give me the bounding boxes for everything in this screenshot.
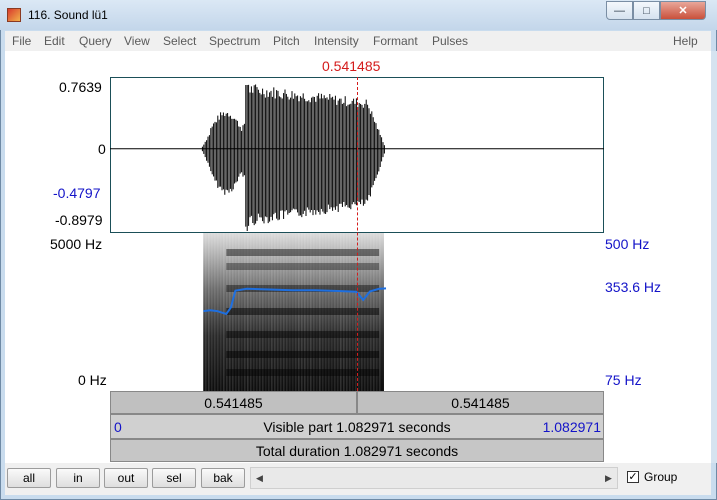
wave-y-min-label: -0.8979 xyxy=(55,212,103,228)
selection-right-cell[interactable]: 0.541485 xyxy=(357,391,604,414)
menu-bar: File Edit Query View Select Spectrum Pit… xyxy=(5,31,711,51)
wave-y-max-label: 0.7639 xyxy=(59,79,102,95)
spectrogram-striation xyxy=(208,233,210,391)
visible-part-label: Visible part 1.082971 seconds xyxy=(263,419,451,435)
maximize-button[interactable]: □ xyxy=(633,1,660,20)
zoom-all-button[interactable]: all xyxy=(7,468,51,488)
scroll-right-arrow-icon[interactable]: ▶ xyxy=(600,468,617,488)
cursor-time-label: 0.541485 xyxy=(322,58,381,74)
window-border-right xyxy=(711,51,717,463)
spectrogram-striation xyxy=(379,233,381,391)
menu-query[interactable]: Query xyxy=(79,34,112,48)
total-duration-row[interactable]: Total duration 1.082971 seconds xyxy=(110,439,604,462)
menu-formant[interactable]: Formant xyxy=(373,34,418,48)
menu-view[interactable]: View xyxy=(124,34,150,48)
zoom-in-button[interactable]: in xyxy=(56,468,100,488)
total-duration-label: Total duration 1.082971 seconds xyxy=(255,443,459,459)
menu-file[interactable]: File xyxy=(12,34,31,48)
zoom-selection-button[interactable]: sel xyxy=(152,468,196,488)
title-bar[interactable]: 116. Sound lü1 — □ ✕ xyxy=(0,0,717,30)
selection-right-time: 0.541485 xyxy=(451,395,510,411)
spectrogram-striation xyxy=(214,233,216,391)
spectrogram-striation xyxy=(211,233,213,391)
menu-help[interactable]: Help xyxy=(673,34,698,48)
spectrogram-striation xyxy=(205,233,207,391)
group-label: Group xyxy=(644,470,678,484)
menu-pitch[interactable]: Pitch xyxy=(273,34,300,48)
spec-freq-top-label: 5000 Hz xyxy=(50,236,103,252)
wave-y-zero-label: 0 xyxy=(98,141,106,157)
pitch-bottom-label: 75 Hz xyxy=(605,372,642,388)
group-checkbox[interactable]: ✓ xyxy=(627,471,639,483)
time-scrollbar[interactable]: ◀ ▶ xyxy=(250,467,618,489)
minimize-button[interactable]: — xyxy=(606,1,633,20)
menu-spectrum[interactable]: Spectrum xyxy=(209,34,260,48)
visible-part-row[interactable]: 0 Visible part 1.082971 seconds 1.082971 xyxy=(110,414,604,439)
menu-pulses[interactable]: Pulses xyxy=(432,34,468,48)
spec-freq-bottom-label: 0 Hz xyxy=(78,372,107,388)
menu-intensity[interactable]: Intensity xyxy=(314,34,359,48)
wave-y-marker-label: -0.4797 xyxy=(53,185,101,201)
menu-edit[interactable]: Edit xyxy=(44,34,65,48)
pitch-top-label: 500 Hz xyxy=(605,236,650,252)
window-title: 116. Sound lü1 xyxy=(28,8,108,22)
cursor-line xyxy=(356,77,358,391)
close-button[interactable]: ✕ xyxy=(660,1,706,20)
selection-left-cell[interactable]: 0.541485 xyxy=(110,391,357,414)
praat-app-icon xyxy=(7,8,21,22)
zoom-out-button[interactable]: out xyxy=(104,468,148,488)
pitch-current-label: 353.6 Hz xyxy=(605,279,662,295)
zoom-back-button[interactable]: bak xyxy=(201,468,245,488)
visible-end-time: 1.082971 xyxy=(542,419,601,435)
spectrogram-striation xyxy=(223,233,225,391)
menu-select[interactable]: Select xyxy=(163,34,196,48)
selection-left-time: 0.541485 xyxy=(204,395,263,411)
scroll-left-arrow-icon[interactable]: ◀ xyxy=(251,468,268,488)
